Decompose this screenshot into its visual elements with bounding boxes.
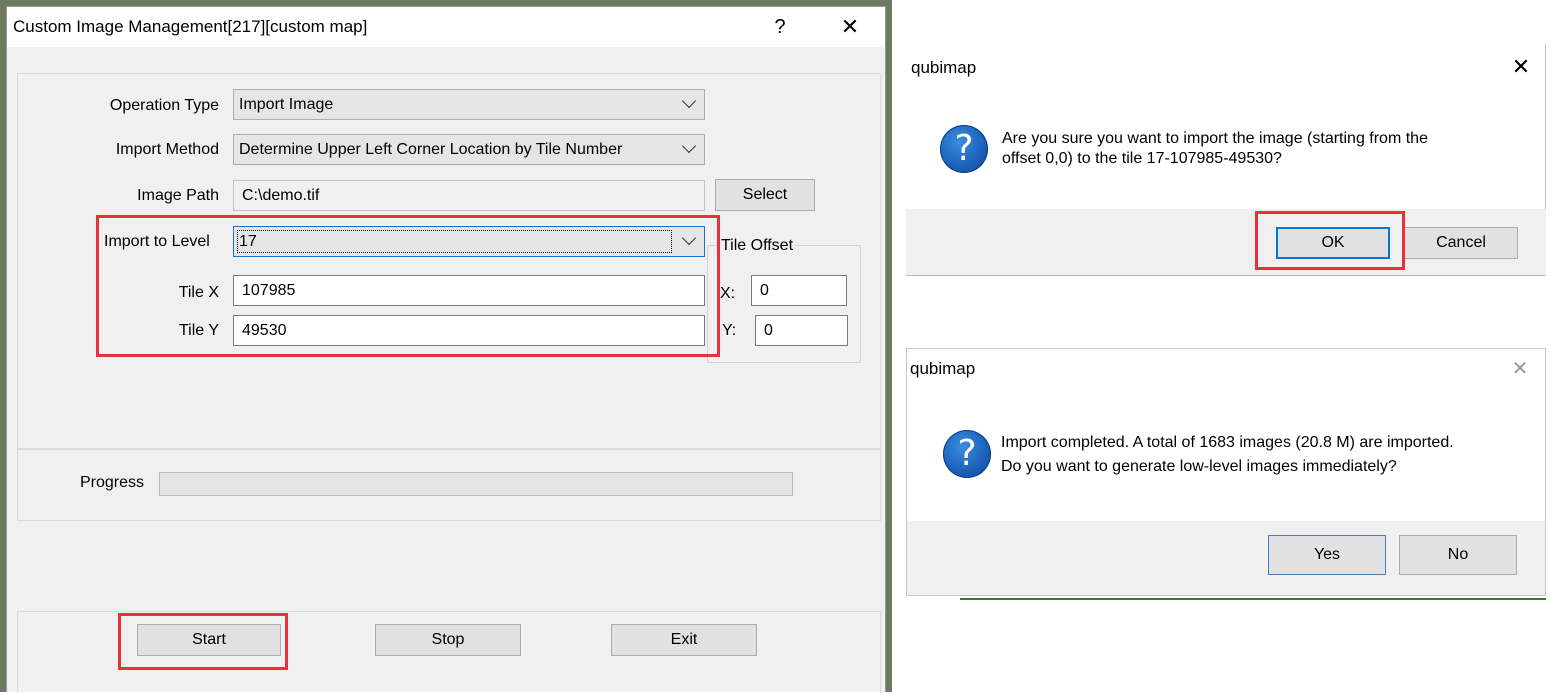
tile-offset-label: Tile Offset	[719, 237, 796, 255]
import-complete-dialog: qubimap ✕ ? Import completed. A total of…	[906, 348, 1546, 596]
highlight-ok-button	[1255, 211, 1405, 270]
stop-button[interactable]: Stop	[375, 624, 521, 656]
highlight-level-tile-fields	[96, 215, 720, 357]
no-button[interactable]: No	[1399, 535, 1517, 575]
close-icon[interactable]: ✕	[1507, 358, 1533, 382]
operation-type-value: Import Image	[239, 96, 334, 113]
import-method-select[interactable]: Determine Upper Left Corner Location by …	[233, 134, 705, 165]
window-title: Custom Image Management[217][custom map]	[13, 17, 368, 36]
complete-message-line1: Import completed. A total of 1683 images…	[1001, 434, 1454, 451]
question-icon: ?	[943, 430, 991, 478]
confirm-dialog-title: qubimap	[911, 58, 977, 77]
offset-x-label: X:	[720, 285, 736, 302]
select-button[interactable]: Select	[715, 179, 815, 211]
yes-button[interactable]: Yes	[1268, 535, 1386, 575]
image-path-label: Image Path	[137, 187, 219, 204]
confirm-message-line1: Are you sure you want to import the imag…	[1002, 130, 1428, 147]
complete-dialog-title: qubimap	[910, 359, 976, 378]
question-icon: ?	[940, 125, 988, 173]
confirm-message-line2: offset 0,0) to the tile 17-107985-49530?	[1002, 150, 1282, 167]
help-icon[interactable]: ?	[767, 16, 793, 40]
chevron-down-icon	[681, 93, 697, 109]
progress-bar	[159, 472, 793, 496]
offset-y-input[interactable]: 0	[755, 315, 848, 346]
image-path-input[interactable]: C:\demo.tif	[233, 180, 705, 211]
cancel-button[interactable]: Cancel	[1404, 227, 1518, 259]
complete-message-line2: Do you want to generate low-level images…	[1001, 458, 1397, 475]
import-method-value: Determine Upper Left Corner Location by …	[239, 141, 623, 158]
offset-y-label: Y:	[722, 322, 737, 339]
progress-label: Progress	[80, 474, 145, 491]
confirm-import-dialog: qubimap ✕ ? Are you sure you want to imp…	[906, 44, 1546, 276]
operation-type-select[interactable]: Import Image	[233, 89, 705, 120]
exit-button[interactable]: Exit	[611, 624, 757, 656]
offset-x-input[interactable]: 0	[751, 275, 847, 306]
close-icon[interactable]: ✕	[1508, 56, 1534, 80]
import-method-label: Import Method	[115, 141, 219, 158]
title-bar: Custom Image Management[217][custom map]…	[7, 7, 885, 47]
operation-type-label: Operation Type	[109, 97, 219, 114]
highlight-start-button	[118, 613, 288, 670]
chevron-down-icon	[681, 138, 697, 154]
close-icon[interactable]: ✕	[837, 16, 863, 40]
